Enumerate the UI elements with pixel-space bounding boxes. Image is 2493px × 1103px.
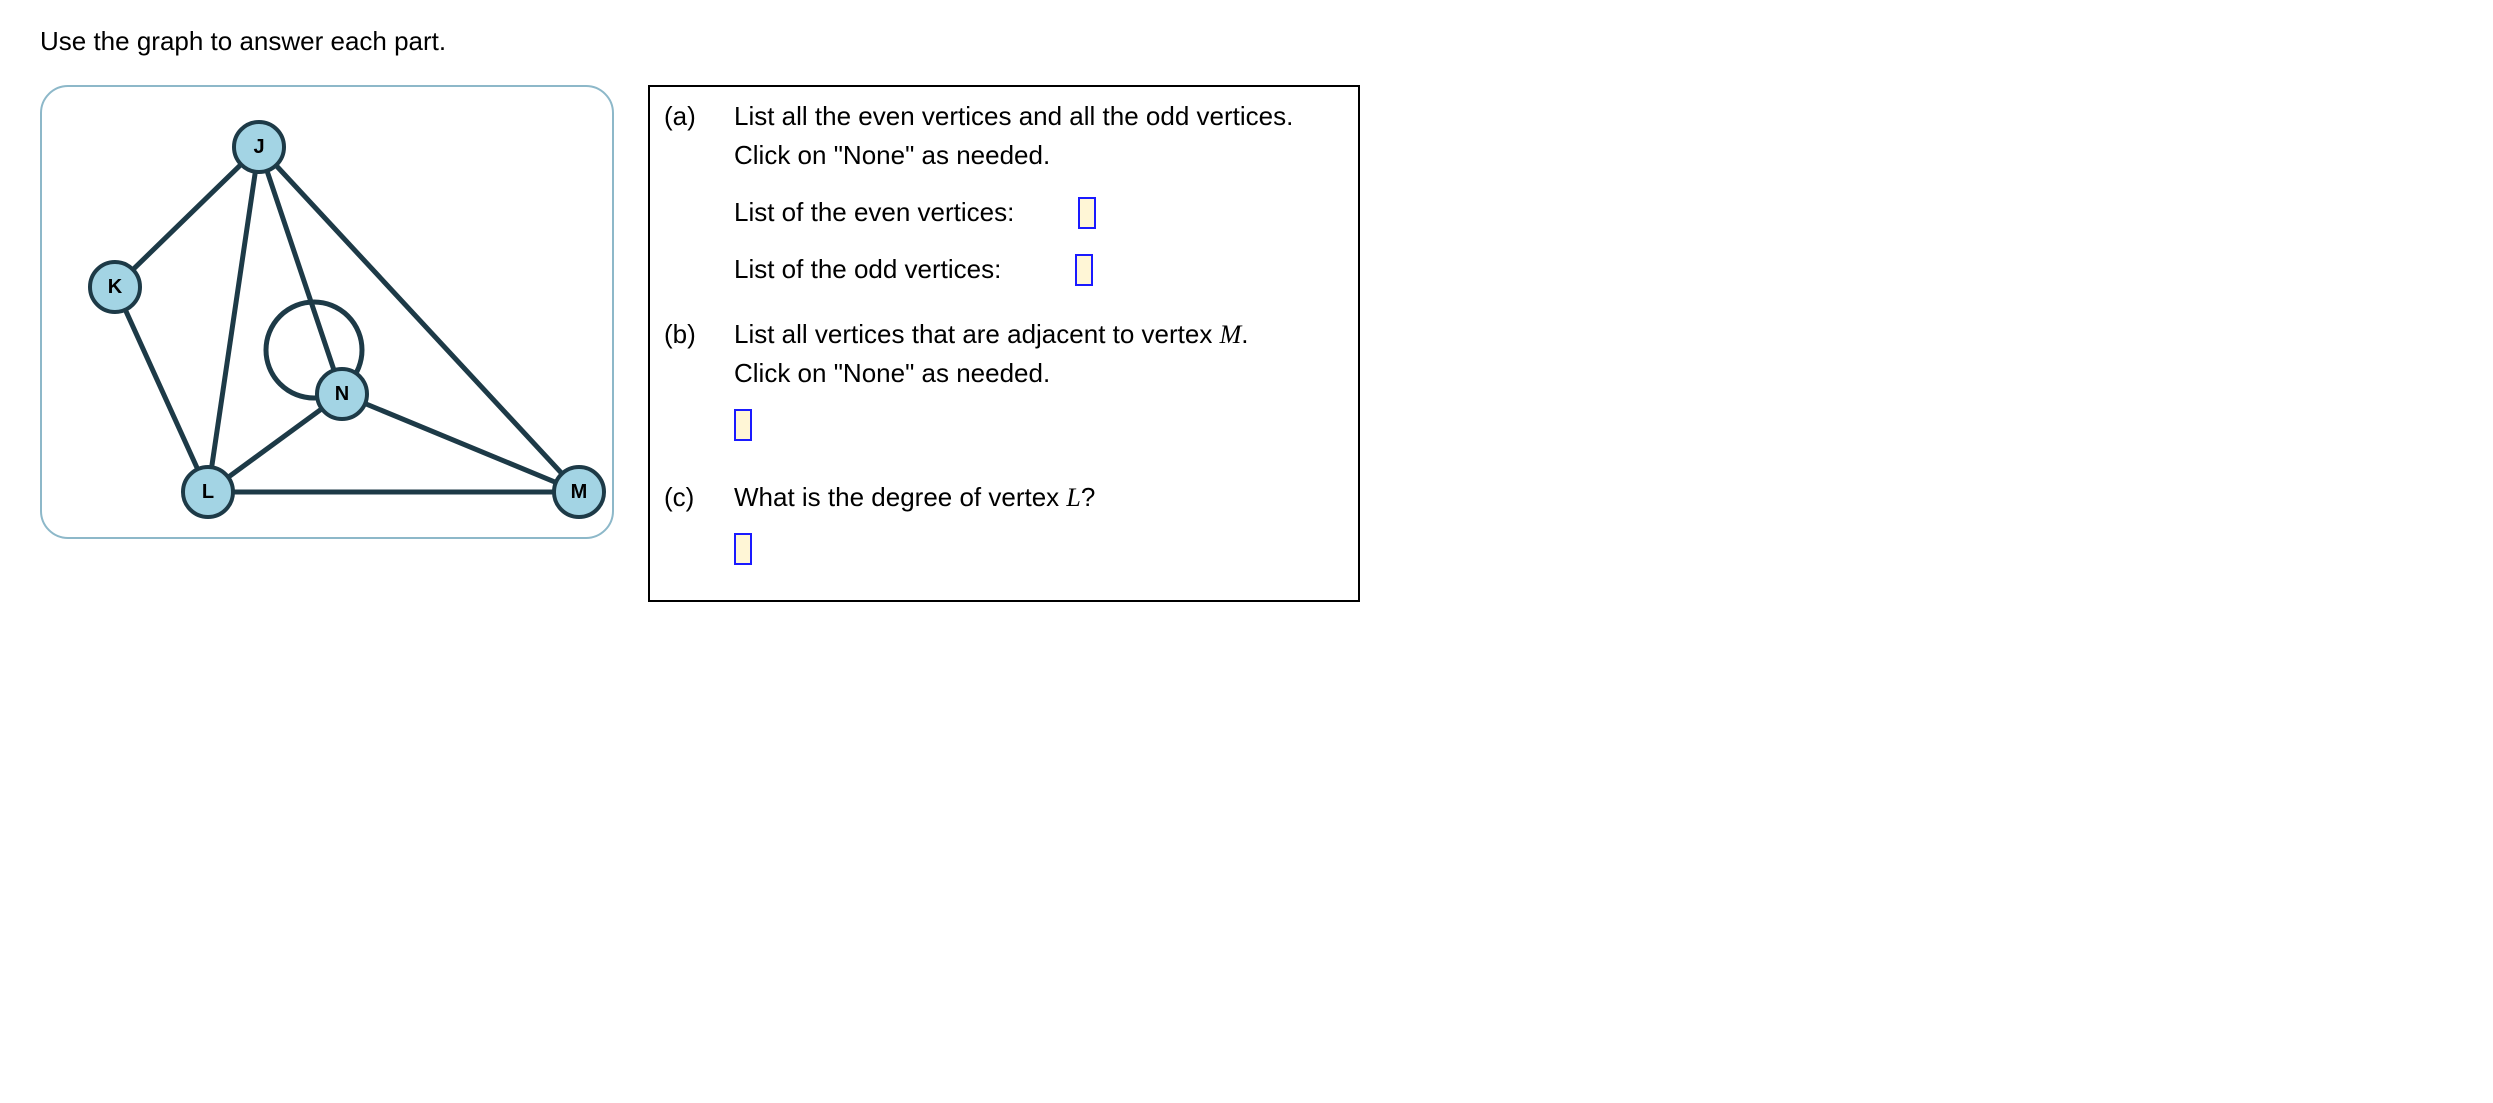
vertex-label-k: K xyxy=(108,276,123,298)
part-b-line1: List all vertices that are adjacent to v… xyxy=(734,315,1344,354)
part-a-line2: Click on "None" as needed. xyxy=(734,136,1344,175)
adjacent-vertices-input[interactable] xyxy=(734,409,752,441)
vertex-label-l: L xyxy=(202,481,214,503)
vertex-label-n: N xyxy=(335,383,349,405)
vertex-label-j: J xyxy=(253,136,264,158)
graph-container: J K L M N xyxy=(40,85,614,539)
part-b-label: (b) xyxy=(664,315,718,354)
part-b-line1-pre: List all vertices that are adjacent to v… xyxy=(734,319,1220,349)
odd-vertices-input[interactable] xyxy=(1075,254,1093,286)
questions-panel: (a) List all the even vertices and all t… xyxy=(648,85,1360,602)
edge-n-m xyxy=(342,394,579,492)
part-a-label: (a) xyxy=(664,97,718,136)
edge-j-l xyxy=(208,147,259,492)
part-c-line1-pre: What is the degree of vertex xyxy=(734,482,1066,512)
part-c-line1: What is the degree of vertex L? xyxy=(734,478,1344,517)
odd-vertices-label: List of the odd vertices: xyxy=(734,250,1001,289)
question-prompt: Use the graph to answer each part. xyxy=(40,26,2453,57)
edge-j-k xyxy=(115,147,259,287)
part-b-line1-post: . xyxy=(1241,319,1248,349)
degree-input[interactable] xyxy=(734,533,752,565)
even-vertices-label: List of the even vertices: xyxy=(734,193,1014,232)
edge-j-m xyxy=(259,147,579,492)
edge-j-n xyxy=(259,147,342,394)
part-c-var-l: L xyxy=(1066,483,1080,512)
part-c-line1-post: ? xyxy=(1081,482,1095,512)
even-vertices-input[interactable] xyxy=(1078,197,1096,229)
vertex-label-m: M xyxy=(571,481,588,503)
part-b-var-m: M xyxy=(1220,320,1242,349)
part-b-line2: Click on "None" as needed. xyxy=(734,354,1344,393)
graph-svg: J K L M N xyxy=(42,87,612,537)
part-a-line1: List all the even vertices and all the o… xyxy=(734,97,1344,136)
part-c-label: (c) xyxy=(664,478,718,517)
edge-k-l xyxy=(115,287,208,492)
